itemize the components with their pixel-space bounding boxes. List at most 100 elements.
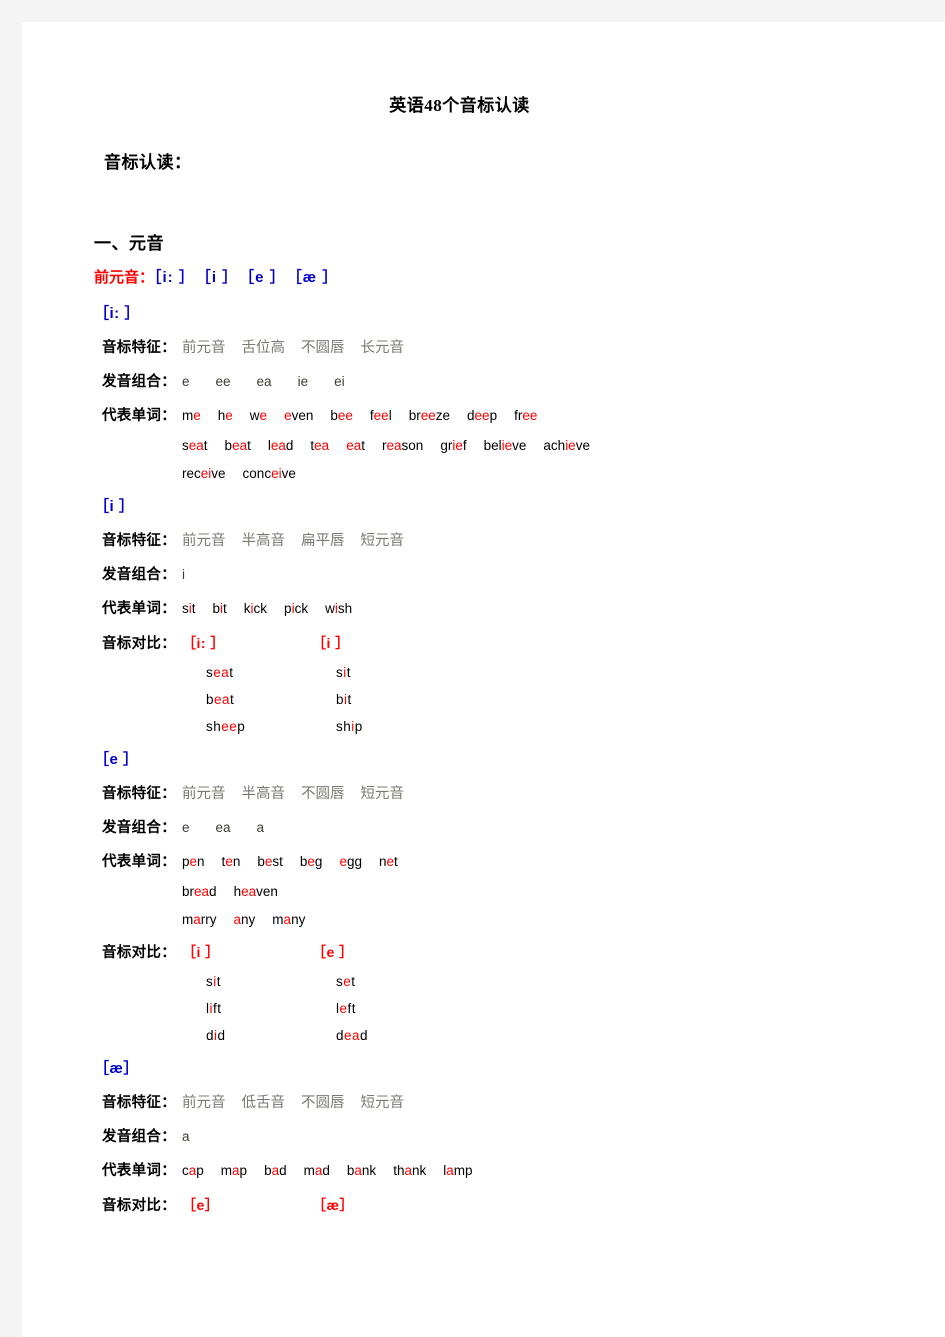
example-word: many [272,912,306,928]
example-words-row: 代表单词： me he we even bee feel breeze deep free [94,391,905,425]
combo-item: e [182,374,190,390]
combo-item: a [256,820,265,836]
phoneme-features-row: 音标特征： 前元音 低舌音 不圆唇 短元音 [94,1078,905,1112]
example-word: receive [182,466,226,482]
example-word: sit [206,974,222,990]
example-word: mad [303,1163,330,1179]
example-word: breeze [408,408,451,424]
highlighted-letters: a [233,912,242,928]
highlighted-letters: ea [344,1028,361,1044]
phoneme-features-row: 音标特征： 前元音 半高音 扁平唇 短元音 [94,516,905,550]
compare-header-symbol: ［e ］ [312,944,354,961]
combos-label: 发音组合： [102,567,176,584]
compare-headers: ［e］ ［æ］ [176,1195,442,1215]
combos-label: 发音组合： [102,1129,176,1146]
compare-cell: left [336,1001,466,1016]
example-word: bad [264,1163,287,1179]
spelling-combos-row: 发音组合： e ee ea ie ei [94,357,905,391]
example-words-continuation: bread heaven [94,871,905,899]
feature-item: 不圆唇 [301,1095,345,1112]
document-body: 英语48个音标认读 音标认读： 一、元音 前元音：［i: ］ ［i ］ ［e ］… [22,22,945,1215]
example-words-row: 代表单词： pen ten best beg egg net [94,837,905,871]
feature-item: 前元音 [182,533,226,550]
example-word: bit [336,692,352,708]
example-word: me [182,408,201,424]
words-value: me he we even bee feel breeze deep free [176,408,537,423]
compare-headers: ［i ］ ［e ］ [176,942,442,962]
highlighted-letters: a [193,912,201,928]
compare-cell: lift [206,1001,336,1016]
features-value: 前元音 舌位高 不圆唇 长元音 [176,336,404,357]
words-label: 代表单词： [102,1163,176,1180]
example-word: feel [369,408,392,424]
example-word: even [284,408,314,424]
highlighted-letters: ee [373,408,389,424]
example-word: lead [267,438,294,454]
document-page: 英语48个音标认读 音标认读： 一、元音 前元音：［i: ］ ［i ］ ［e ］… [22,22,945,1337]
highlighted-letters: ea [346,438,362,454]
highlighted-letters: ea [188,438,204,454]
features-label: 音标特征： [102,786,176,803]
example-word: cap [182,1163,204,1179]
example-word: eat [346,438,365,454]
example-word: free [514,408,538,424]
highlighted-letters: ea [232,438,248,454]
combos-label: 发音组合： [102,820,176,837]
example-word: any [233,912,256,928]
example-word: we [249,408,268,424]
example-word: ship [336,719,363,735]
compare-header-symbol: ［i ］ [312,635,350,652]
features-label: 音标特征： [102,340,176,357]
highlighted-letters: ei [271,466,282,482]
highlighted-letters: e [193,408,201,424]
spelling-combos-row: 发音组合： i [94,550,905,584]
highlighted-letters: ie [565,438,576,454]
compare-header-symbol: ［i ］ [182,944,220,961]
example-word: beat [206,692,235,708]
compare-cell: bit [336,692,466,707]
phoneme-heading: ［i ］ [94,498,135,516]
highlighted-letters: e [339,1001,348,1017]
words-label: 代表单词： [102,601,176,618]
compare-word-pair: did dead [94,1016,905,1043]
compare-word-pair: seat sit [94,653,905,680]
compare-label: 音标对比： [102,945,176,962]
example-word: did [206,1028,226,1044]
highlighted-letters: ea [386,438,402,454]
front-vowels-symbols: ［i: ］ ［i ］ ［e ］ ［æ ］ [154,269,339,286]
example-word: best [257,854,283,870]
example-word: bank [346,1163,377,1179]
combo-item: ei [334,374,345,390]
compare-cell: sheep [206,719,336,734]
feature-item: 不圆唇 [301,786,345,803]
feature-item: 舌位高 [241,340,286,357]
compare-cell: set [336,974,466,989]
compare-cell: beat [206,692,336,707]
example-word: deep [467,408,498,424]
highlighted-letters: ee [221,719,238,735]
example-word: beg [299,854,323,870]
words-value: cap map bad mad bank thank lamp [176,1163,473,1178]
highlighted-letters: e [189,854,198,870]
compare-cell: sit [206,974,336,989]
document-subtitle: 音标认读： [104,153,192,172]
highlighted-letters: ea [214,692,231,708]
highlighted-letters: e [259,408,268,424]
combos-label: 发音组合： [102,374,176,391]
highlighted-letters: a [446,1163,454,1179]
features-label: 音标特征： [102,533,176,550]
compare-header-symbol: ［e］ [182,1197,220,1214]
highlighted-letters: ee [337,408,353,424]
highlighted-letters: a [404,1163,412,1179]
feature-item: 长元音 [360,340,405,357]
features-value: 前元音 低舌音 不圆唇 短元音 [176,1091,404,1112]
example-word: pen [182,854,205,870]
page-title: 英语48个音标认读 [389,96,530,115]
example-word: bread [182,884,217,900]
example-word: sit [182,601,196,617]
highlighted-letters: ea [241,884,257,900]
compare-label: 音标对比： [102,1198,176,1215]
section-heading-vowels: 一、元音 [94,234,164,253]
feature-item: 短元音 [360,1095,405,1112]
features-value: 前元音 半高音 不圆唇 短元音 [176,782,404,803]
